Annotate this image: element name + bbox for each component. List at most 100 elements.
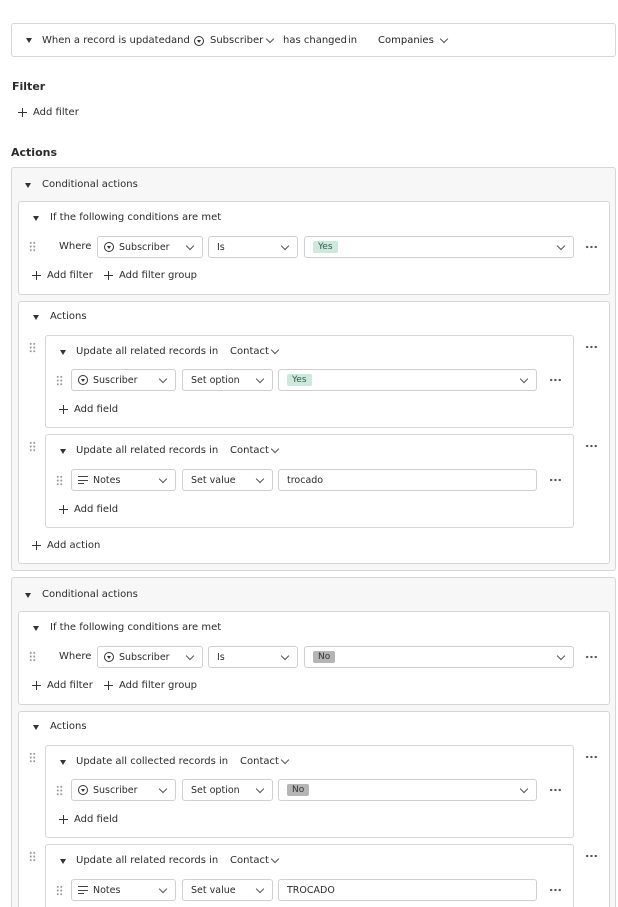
drag-handle-icon[interactable] xyxy=(56,785,63,796)
drag-handle-icon[interactable] xyxy=(29,651,36,662)
drag-handle-icon[interactable] xyxy=(56,475,63,486)
drag-handle-icon[interactable] xyxy=(29,851,36,862)
drag-handle-icon[interactable] xyxy=(56,885,63,896)
more-options-icon[interactable] xyxy=(549,378,562,382)
more-options-icon[interactable] xyxy=(549,478,562,482)
drag-handle-icon[interactable] xyxy=(29,241,36,252)
more-options-icon[interactable] xyxy=(585,245,598,249)
trigger-bar[interactable]: When a record is updated and Subscriber … xyxy=(11,23,616,57)
more-options-icon[interactable] xyxy=(585,345,598,349)
action-field-select[interactable]: Notes xyxy=(71,879,176,901)
chevron-down-icon xyxy=(270,854,280,864)
collapse-caret-icon[interactable] xyxy=(25,183,31,188)
actions-card: Actions Update all collected records in … xyxy=(18,711,610,907)
action-op-select[interactable]: Set value xyxy=(182,879,273,901)
add-filter-group-label: Add filter group xyxy=(119,270,198,281)
collapse-caret-icon[interactable] xyxy=(60,859,66,864)
drag-handle-icon[interactable] xyxy=(56,375,63,386)
action-field-select[interactable]: Suscriber xyxy=(71,369,176,391)
action-object-select[interactable]: Contact xyxy=(230,444,282,458)
action-op-label: Set value xyxy=(191,475,236,486)
chevron-down-icon xyxy=(255,784,265,794)
conditional-actions-block: Conditional actions If the following con… xyxy=(11,577,616,907)
drag-handle-icon[interactable] xyxy=(29,441,36,452)
action-field-label: Suscriber xyxy=(93,785,138,796)
condition-field-select[interactable]: Subscriber xyxy=(97,646,203,668)
condition-operator-label: Is xyxy=(217,652,225,663)
condition-operator-select[interactable]: Is xyxy=(208,236,298,258)
collapse-caret-icon[interactable] xyxy=(60,449,66,454)
actions-card: Actions Update all related records in Co… xyxy=(18,301,610,564)
more-options-icon[interactable] xyxy=(585,444,598,448)
drag-handle-icon[interactable] xyxy=(29,752,36,763)
text-field-icon xyxy=(78,476,88,484)
add-filter-group-button[interactable]: Add filter group xyxy=(104,679,198,693)
chevron-down-icon xyxy=(519,374,529,384)
more-options-icon[interactable] xyxy=(585,854,598,858)
more-options-icon[interactable] xyxy=(585,655,598,659)
drag-handle-icon[interactable] xyxy=(29,342,36,353)
condition-value-select[interactable]: Yes xyxy=(304,236,574,258)
conditions-card: If the following conditions are met Wher… xyxy=(18,611,610,705)
collapse-caret-icon[interactable] xyxy=(60,350,66,355)
add-field-button[interactable]: Add field xyxy=(59,813,119,827)
action-value-input[interactable]: trocado xyxy=(278,469,537,491)
update-action-card: Update all related records in Contact No… xyxy=(45,844,574,907)
action-op-label: Set value xyxy=(191,885,236,896)
chevron-down-icon xyxy=(158,884,168,894)
action-op-select[interactable]: Set option xyxy=(182,369,273,391)
chevron-down-icon xyxy=(280,241,290,251)
action-value-select[interactable]: Yes xyxy=(278,369,537,391)
action-field-select[interactable]: Notes xyxy=(71,469,176,491)
more-options-icon[interactable] xyxy=(549,788,562,792)
block-title: Conditional actions xyxy=(42,179,138,190)
action-value-input[interactable]: TROCADO xyxy=(278,879,537,901)
action-value-select[interactable]: No xyxy=(278,779,537,801)
condition-field-label: Subscriber xyxy=(119,242,170,253)
collapse-caret-icon[interactable] xyxy=(33,216,39,221)
condition-value-select[interactable]: No xyxy=(304,646,574,668)
trigger-in: in xyxy=(348,35,358,46)
chevron-down-icon xyxy=(255,884,265,894)
collapse-caret-icon[interactable] xyxy=(26,38,32,43)
add-action-label: Add action xyxy=(47,540,101,551)
action-object-label: Contact xyxy=(240,756,279,767)
action-op-select[interactable]: Set option xyxy=(182,779,273,801)
trigger-field-select[interactable]: Subscriber xyxy=(194,33,276,49)
add-filter-group-label: Add filter group xyxy=(119,680,198,691)
collapse-caret-icon[interactable] xyxy=(60,760,66,765)
trigger-object-select[interactable]: Companies xyxy=(378,33,449,49)
action-title: Update all related records in xyxy=(76,346,219,357)
action-op-select[interactable]: Set value xyxy=(182,469,273,491)
condition-operator-select[interactable]: Is xyxy=(208,646,298,668)
action-field-select[interactable]: Suscriber xyxy=(71,779,176,801)
chevron-down-icon xyxy=(439,34,449,44)
plus-icon xyxy=(32,271,41,280)
plus-icon xyxy=(104,681,113,690)
add-field-button[interactable]: Add field xyxy=(59,403,119,417)
action-value-label: No xyxy=(287,783,310,797)
actions-title: Actions xyxy=(50,721,87,732)
plus-icon xyxy=(59,505,68,514)
action-field-label: Suscriber xyxy=(93,375,138,386)
add-filter-button[interactable]: Add filter xyxy=(32,269,93,283)
action-object-select[interactable]: Contact xyxy=(230,854,282,868)
action-object-select[interactable]: Contact xyxy=(240,755,292,769)
action-object-select[interactable]: Contact xyxy=(230,345,282,359)
add-field-button[interactable]: Add field xyxy=(59,503,119,517)
add-filter-group-button[interactable]: Add filter group xyxy=(104,269,198,283)
where-label: Where xyxy=(59,651,92,662)
collapse-caret-icon[interactable] xyxy=(25,593,31,598)
chevron-down-icon xyxy=(280,755,290,765)
add-filter-button[interactable]: Add filter xyxy=(32,679,93,693)
collapse-caret-icon[interactable] xyxy=(33,626,39,631)
collapse-caret-icon[interactable] xyxy=(33,725,39,730)
more-options-icon[interactable] xyxy=(585,755,598,759)
plus-icon xyxy=(104,271,113,280)
condition-field-select[interactable]: Subscriber xyxy=(97,236,203,258)
collapse-caret-icon[interactable] xyxy=(33,315,39,320)
add-action-button[interactable]: Add action xyxy=(32,539,102,553)
add-filter-button[interactable]: Add filter xyxy=(18,106,79,120)
more-options-icon[interactable] xyxy=(549,888,562,892)
select-field-icon xyxy=(104,242,114,252)
